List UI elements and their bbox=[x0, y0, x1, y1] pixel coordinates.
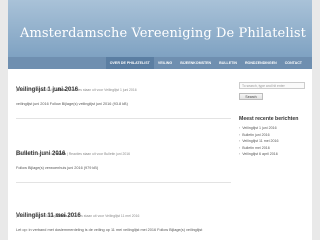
nav-item-bijeenkomsten[interactable]: BIJEENKOMSTEN bbox=[176, 57, 215, 69]
nav-item-contact[interactable]: CONTACT bbox=[281, 57, 306, 69]
nav-item-over-de-philatelist[interactable]: OVER DE PHILATELIST bbox=[105, 57, 154, 69]
bullet-icon: › bbox=[239, 145, 241, 150]
nav-items: OVER DE PHILATELIST VEILING BIJEENKOMSTE… bbox=[105, 57, 306, 69]
search-input[interactable]: To search, type and hit enter bbox=[239, 82, 305, 89]
site-title[interactable]: Amsterdamsche Vereeniging De Philatelist bbox=[20, 26, 306, 41]
site-header: Amsterdamsche Vereeniging De Philatelist bbox=[8, 0, 312, 57]
bullet-icon: › bbox=[239, 132, 241, 137]
post-meta-suffix: | Reacties staan uit voor Veilinglijst 1… bbox=[65, 88, 137, 92]
post-meta-prefix: posted on 29 april 2016 by bbox=[16, 214, 57, 218]
main-nav: OVER DE PHILATELIST VEILING BIJEENKOMSTE… bbox=[8, 57, 312, 69]
post-meta: posted on 27 mei 2016 by admin | Reactie… bbox=[16, 88, 137, 92]
post-excerpt: veilinglijst juni 2016 Follow Bijlage(s)… bbox=[16, 102, 128, 106]
post-author-link[interactable]: admin bbox=[57, 214, 67, 218]
post: Veilinglijst 11 mei 2016 posted on 29 ap… bbox=[16, 204, 231, 232]
nav-item-bulletin[interactable]: BULLETIN bbox=[215, 57, 241, 69]
recent-post-item[interactable]: › Veilinglijst 1 juni 2016 bbox=[239, 125, 279, 132]
recent-post-label: Veilinglijst 6 april 2016 bbox=[242, 152, 278, 156]
post-meta: posted on 27 mei 2016 by admin | Reactie… bbox=[16, 152, 130, 156]
recent-posts-list: › Veilinglijst 1 juni 2016 › Bulletin juni… bbox=[239, 125, 279, 158]
recent-post-label: Bulletin juni 2016 bbox=[242, 132, 270, 137]
post-excerpt: Follow Bijlage(s) verwoenhuis juni 2016 … bbox=[16, 166, 99, 170]
post-divider bbox=[16, 182, 231, 183]
bullet-icon: › bbox=[239, 126, 241, 130]
recent-post-label: Veilinglijst 11 mei 2016 bbox=[242, 139, 279, 143]
post: Bulletin juni 2016 posted on 27 mei 2016… bbox=[16, 142, 231, 170]
bullet-icon: › bbox=[239, 152, 241, 156]
post-meta-suffix: | Reacties staan uit voor Bulletin juni … bbox=[65, 152, 130, 156]
post-meta-prefix: posted on 27 mei 2016 by bbox=[16, 152, 56, 156]
recent-post-item[interactable]: › Veilinglijst 11 mei 2016 bbox=[239, 138, 279, 145]
search-button[interactable]: Search bbox=[239, 93, 263, 100]
post-divider bbox=[16, 118, 231, 119]
post-meta-prefix: posted on 27 mei 2016 by bbox=[16, 88, 56, 92]
recent-post-item[interactable]: › Veilinglijst 6 april 2016 bbox=[239, 151, 279, 158]
post-meta-suffix: | Reacties staan uit voor Veilinglijst 1… bbox=[66, 214, 140, 218]
recent-posts-title: Meest recente berichten bbox=[239, 116, 299, 122]
post-author-link[interactable]: admin bbox=[56, 152, 66, 156]
page: Amsterdamsche Vereeniging De Philatelist… bbox=[8, 0, 312, 240]
post-meta: posted on 29 april 2016 by admin | React… bbox=[16, 214, 139, 218]
post-author-link[interactable]: admin bbox=[56, 88, 66, 92]
nav-item-rondzendingen[interactable]: RONDZENDINGEN bbox=[241, 57, 281, 69]
recent-post-label: Bulletin mei 2016 bbox=[242, 145, 270, 150]
nav-item-veiling[interactable]: VEILING bbox=[154, 57, 176, 69]
bullet-icon: › bbox=[239, 139, 241, 143]
recent-post-label: Veilinglijst 1 juni 2016 bbox=[242, 126, 277, 130]
post-excerpt: Let op: in verband met doslemmerdeling i… bbox=[16, 228, 203, 232]
post: Veilinglijst 1 juni 2016 posted on 27 me… bbox=[16, 78, 231, 106]
